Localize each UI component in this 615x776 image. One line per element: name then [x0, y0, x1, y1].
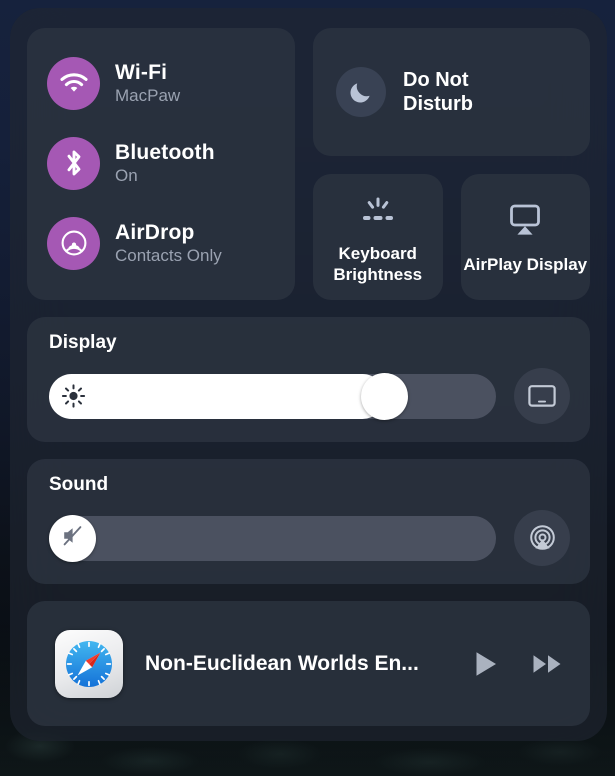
connectivity-title: Bluetooth	[115, 140, 215, 164]
sound-card: Sound	[27, 459, 590, 584]
connectivity-text-wifi: Wi-Fi MacPaw	[115, 61, 180, 106]
brightness-icon	[61, 384, 86, 409]
speaker-mute-icon	[60, 523, 85, 553]
display-slider-row	[49, 368, 570, 424]
right-column: Do Not Disturb Keyboard Brightness AirPl…	[313, 28, 590, 300]
sound-slider-knob[interactable]	[49, 514, 96, 562]
tile-keyboard-brightness[interactable]: Keyboard Brightness	[313, 174, 443, 300]
connectivity-title: Wi-Fi	[115, 60, 168, 84]
sound-volume-slider[interactable]	[49, 514, 496, 562]
bluetooth-icon[interactable]	[47, 136, 100, 190]
monitor-icon[interactable]	[514, 368, 570, 424]
media-title: Non-Euclidean Worlds En...	[145, 651, 419, 675]
connectivity-status: Contacts Only	[115, 246, 222, 266]
media-card: Non-Euclidean Worlds En...	[27, 601, 590, 726]
do-not-disturb-label: Do Not Disturb	[403, 68, 473, 115]
connectivity-row-wifi[interactable]: Wi-Fi MacPaw	[47, 48, 295, 118]
sound-heading: Sound	[49, 474, 109, 495]
airdrop-icon[interactable]	[47, 216, 100, 270]
connectivity-text-bluetooth: Bluetooth On	[115, 141, 215, 186]
airplay-display-icon	[504, 202, 546, 243]
connectivity-status: On	[115, 166, 138, 186]
control-center-panel: Wi-Fi MacPaw Bluetooth On AirDrop Contac…	[10, 8, 607, 741]
wifi-icon[interactable]	[47, 56, 100, 110]
sound-slider-row	[49, 510, 570, 566]
tile-airplay-display[interactable]: AirPlay Display	[460, 174, 590, 300]
do-not-disturb-card[interactable]: Do Not Disturb	[313, 28, 590, 156]
keyboard-brightness-icon	[357, 193, 399, 232]
tile-label: AirPlay Display	[463, 255, 588, 275]
connectivity-text-airdrop: AirDrop Contacts Only	[115, 221, 222, 266]
display-slider-fill	[49, 373, 385, 419]
connectivity-row-bluetooth[interactable]: Bluetooth On	[47, 128, 295, 198]
airplay-audio-icon[interactable]	[514, 510, 570, 566]
top-grid: Wi-Fi MacPaw Bluetooth On AirDrop Contac…	[27, 28, 590, 300]
safari-icon[interactable]	[55, 629, 123, 698]
display-slider-knob[interactable]	[361, 372, 408, 420]
connectivity-row-airdrop[interactable]: AirDrop Contacts Only	[47, 208, 295, 278]
display-heading: Display	[49, 332, 117, 353]
fast-forward-icon[interactable]	[528, 644, 568, 684]
tile-row: Keyboard Brightness AirPlay Display	[313, 174, 590, 300]
moon-icon	[336, 67, 386, 117]
display-card: Display	[27, 317, 590, 442]
display-brightness-slider[interactable]	[49, 372, 496, 420]
desktop-wallpaper: Wi-Fi MacPaw Bluetooth On AirDrop Contac…	[0, 0, 615, 776]
tile-label: Keyboard Brightness	[333, 244, 423, 284]
connectivity-title: AirDrop	[115, 220, 195, 244]
connectivity-card: Wi-Fi MacPaw Bluetooth On AirDrop Contac…	[27, 28, 295, 300]
play-icon[interactable]	[466, 644, 506, 684]
connectivity-status: MacPaw	[115, 86, 181, 106]
